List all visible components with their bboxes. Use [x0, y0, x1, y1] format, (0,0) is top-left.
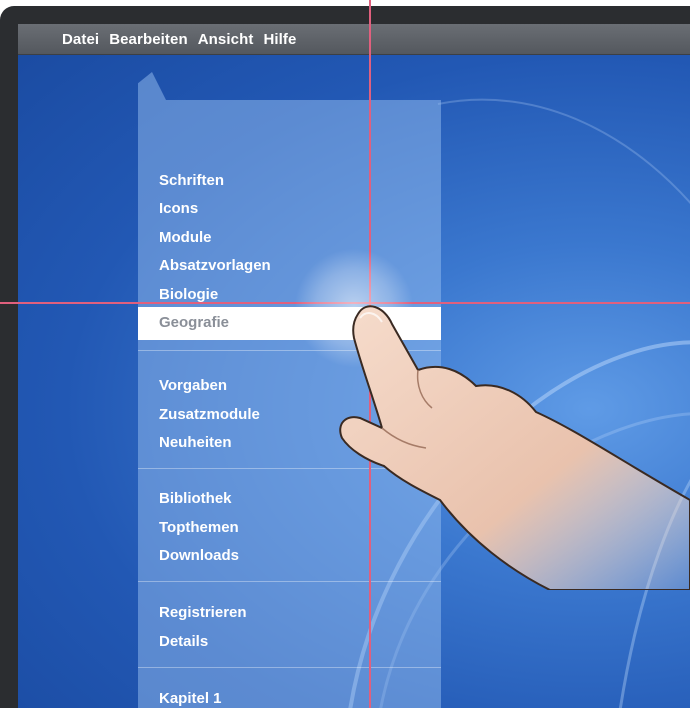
menu-bearbeiten[interactable]: Bearbeiten — [104, 31, 193, 48]
menu-item-biologie[interactable]: Biologie — [159, 281, 218, 309]
menu-item-module[interactable]: Module — [159, 224, 212, 252]
photo-stage: Datei Bearbeiten Ansicht Hilfe Schriften… — [0, 0, 690, 708]
menu-ansicht[interactable]: Ansicht — [193, 31, 259, 48]
dropdown-pointer — [138, 72, 166, 100]
menu-item-icons[interactable]: Icons — [159, 195, 198, 223]
menu-item-bibliothek[interactable]: Bibliothek — [159, 485, 232, 513]
menu-divider — [138, 667, 441, 668]
menu-bar: Datei Bearbeiten Ansicht Hilfe — [18, 24, 690, 55]
hand-pointer-icon — [339, 305, 690, 590]
menu-item-topthemen[interactable]: Topthemen — [159, 514, 239, 542]
menu-item-zusatzmodule[interactable]: Zusatzmodule — [159, 401, 260, 429]
menu-datei[interactable]: Datei — [57, 31, 104, 48]
menu-item-schriften[interactable]: Schriften — [159, 167, 224, 195]
menu-item-details[interactable]: Details — [159, 628, 208, 656]
menu-item-registrieren[interactable]: Registrieren — [159, 599, 247, 627]
menu-item-kapitel-1[interactable]: Kapitel 1 — [159, 685, 222, 708]
menu-item-downloads[interactable]: Downloads — [159, 542, 239, 570]
menu-item-vorgaben[interactable]: Vorgaben — [159, 372, 227, 400]
menu-item-neuheiten[interactable]: Neuheiten — [159, 429, 232, 457]
menu-hilfe[interactable]: Hilfe — [258, 31, 301, 48]
menu-item-geografie[interactable]: Geografie — [159, 309, 229, 337]
menu-item-absatzvorlagen[interactable]: Absatzvorlagen — [159, 252, 271, 280]
